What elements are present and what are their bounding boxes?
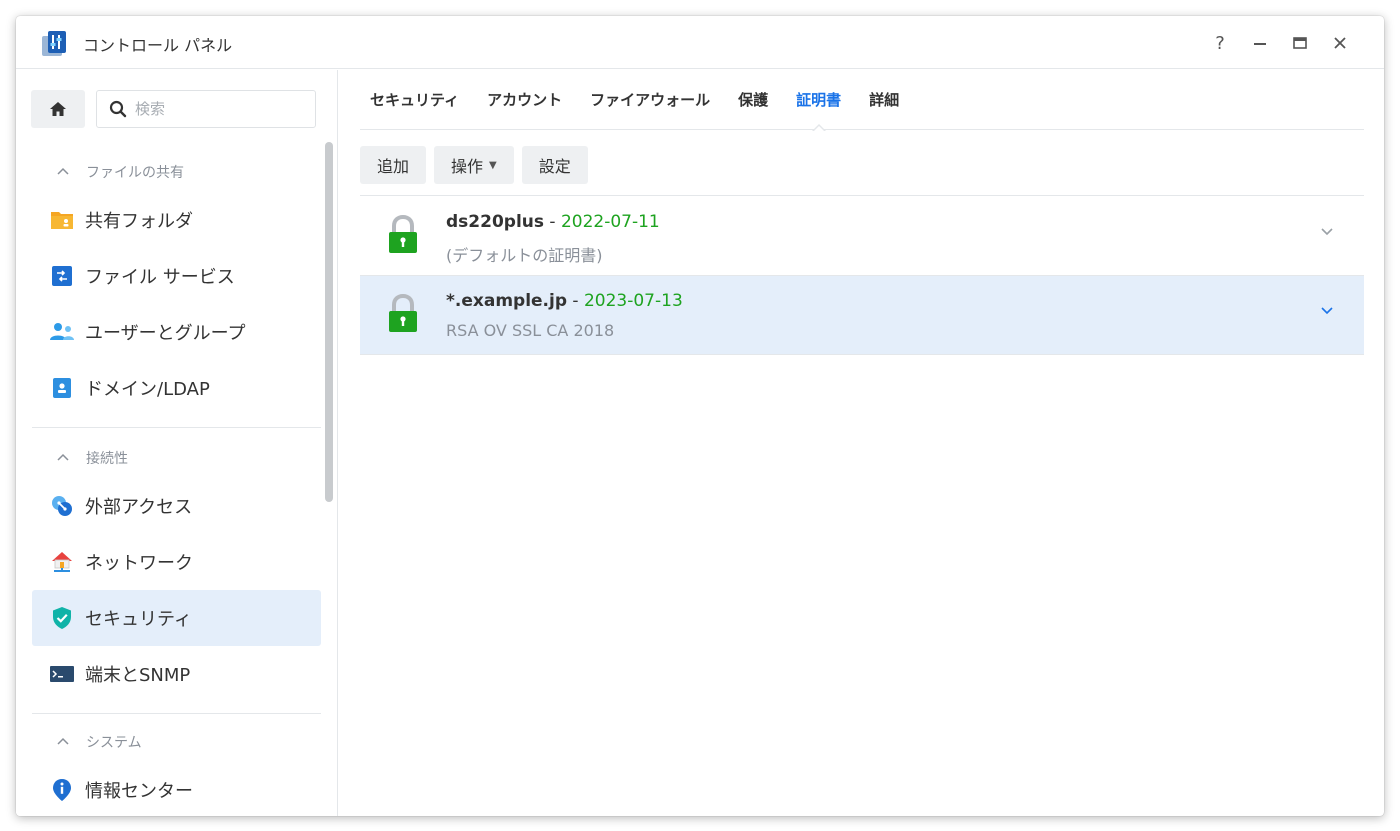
toolbar: 追加 操作 ▼ 設定 bbox=[360, 146, 1364, 196]
sidebar-item-info-center[interactable]: 情報センター bbox=[32, 762, 321, 816]
minimize-icon bbox=[1254, 43, 1266, 45]
minimize-button[interactable] bbox=[1240, 30, 1280, 56]
certificate-title: *.example.jp - 2023-07-13 bbox=[446, 291, 683, 311]
section-label: ファイルの共有 bbox=[86, 165, 184, 181]
section-header-system[interactable]: システム bbox=[56, 732, 142, 752]
section-header-file-sharing[interactable]: ファイルの共有 bbox=[56, 162, 184, 182]
certificate-date: 2022-07-11 bbox=[560, 212, 660, 232]
sidebar-item-label: セキュリティ bbox=[85, 609, 192, 630]
chevron-down-icon[interactable] bbox=[1320, 225, 1334, 241]
settings-button-label: 設定 bbox=[538, 157, 571, 176]
network-icon bbox=[49, 549, 75, 575]
maximize-button[interactable] bbox=[1280, 30, 1320, 56]
section-divider bbox=[32, 713, 321, 714]
window-title: コントロール パネル bbox=[83, 36, 233, 55]
add-button[interactable]: 追加 bbox=[360, 146, 427, 184]
certificate-date: 2023-07-13 bbox=[583, 291, 683, 311]
certificate-row[interactable]: *.example.jp - 2023-07-13 RSA OV SSL CA … bbox=[360, 276, 1364, 355]
sidebar-item-external-access[interactable]: 外部アクセス bbox=[32, 478, 321, 534]
lock-icon bbox=[388, 293, 418, 334]
users-icon bbox=[49, 319, 75, 345]
home-icon bbox=[50, 102, 66, 116]
sidebar-item-file-services[interactable]: ファイル サービス bbox=[32, 248, 321, 304]
chevron-up-icon bbox=[56, 734, 70, 750]
tab-certificate[interactable]: 証明書 bbox=[782, 70, 855, 132]
certificate-list: ds220plus - 2022-07-11 (デフォルトの証明書) *.exa… bbox=[360, 197, 1364, 355]
tab-account[interactable]: アカウント bbox=[473, 70, 576, 130]
help-button[interactable]: ? bbox=[1200, 30, 1240, 56]
terminal-icon bbox=[49, 661, 75, 687]
shield-icon bbox=[49, 605, 75, 631]
sidebar-item-label: ユーザーとグループ bbox=[85, 323, 246, 344]
sidebar-item-label: ドメイン/LDAP bbox=[85, 379, 210, 400]
maximize-icon bbox=[1293, 37, 1307, 49]
sidebar-item-domain-ldap[interactable]: ドメイン/LDAP bbox=[32, 360, 321, 416]
sidebar-item-label: ファイル サービス bbox=[85, 267, 235, 288]
certificate-separator: - bbox=[544, 212, 561, 232]
file-services-icon bbox=[49, 263, 75, 289]
tab-advanced[interactable]: 詳細 bbox=[855, 70, 913, 130]
certificate-separator: - bbox=[567, 291, 584, 311]
control-panel-app-icon bbox=[40, 30, 68, 58]
sidebar-item-network[interactable]: ネットワーク bbox=[32, 534, 321, 590]
sidebar-item-label: 共有フォルダ bbox=[85, 211, 193, 232]
title-bar: コントロール パネル ? bbox=[16, 16, 1384, 69]
certificate-title: ds220plus - 2022-07-11 bbox=[446, 212, 660, 232]
sidebar-item-label: 情報センター bbox=[85, 781, 193, 802]
folder-icon bbox=[49, 207, 75, 233]
tab-security[interactable]: セキュリティ bbox=[360, 70, 473, 130]
sidebar-scrollbar[interactable] bbox=[325, 142, 333, 502]
main-content: セキュリティ アカウント ファイアウォール 保護 証明書 詳細 追加 操作 ▼ … bbox=[339, 70, 1384, 816]
sidebar-item-shared-folder[interactable]: 共有フォルダ bbox=[32, 192, 321, 248]
sidebar: ファイルの共有 共有フォルダ ファイル サービス bbox=[16, 70, 338, 816]
control-panel-window: コントロール パネル ? 検索 ファイルの共有 共有フォルダ ファイル サービス… bbox=[16, 16, 1384, 816]
chevron-down-icon[interactable] bbox=[1320, 304, 1334, 320]
action-dropdown-button[interactable]: 操作 ▼ bbox=[434, 146, 514, 184]
external-access-icon bbox=[49, 493, 75, 519]
sidebar-item-terminal-snmp[interactable]: 端末とSNMP bbox=[32, 646, 321, 702]
certificate-row[interactable]: ds220plus - 2022-07-11 (デフォルトの証明書) bbox=[360, 197, 1364, 276]
sidebar-item-security[interactable]: セキュリティ bbox=[32, 590, 321, 646]
add-button-label: 追加 bbox=[377, 157, 410, 176]
caret-down-icon: ▼ bbox=[489, 159, 497, 171]
lock-icon bbox=[388, 214, 418, 255]
domain-icon bbox=[49, 375, 75, 401]
certificate-subtitle: RSA OV SSL CA 2018 bbox=[446, 321, 615, 340]
certificate-subtitle: (デフォルトの証明書) bbox=[446, 246, 603, 265]
close-icon bbox=[1334, 37, 1346, 49]
search-icon bbox=[109, 100, 127, 118]
info-icon bbox=[49, 777, 75, 803]
certificate-name: *.example.jp bbox=[446, 291, 568, 311]
search-box[interactable] bbox=[96, 90, 316, 128]
section-header-connectivity[interactable]: 接続性 bbox=[56, 448, 128, 468]
desktop: コントロール パネル ? 検索 ファイルの共有 共有フォルダ ファイル サービス… bbox=[0, 0, 1400, 831]
window-controls: ? bbox=[1200, 30, 1360, 56]
sidebar-item-label: 外部アクセス bbox=[85, 497, 193, 518]
chevron-up-icon bbox=[56, 450, 70, 466]
tab-protection[interactable]: 保護 bbox=[724, 70, 782, 130]
section-divider bbox=[32, 427, 321, 428]
search-input[interactable] bbox=[135, 100, 305, 118]
certificate-name: ds220plus bbox=[446, 212, 544, 232]
sidebar-item-users-groups[interactable]: ユーザーとグループ bbox=[32, 304, 321, 360]
section-label: システム bbox=[86, 735, 142, 751]
tab-bar: セキュリティ アカウント ファイアウォール 保護 証明書 詳細 bbox=[360, 70, 1364, 132]
settings-button[interactable]: 設定 bbox=[521, 146, 588, 184]
section-label: 接続性 bbox=[86, 451, 128, 467]
action-button-label: 操作 bbox=[451, 157, 484, 176]
sidebar-item-label: ネットワーク bbox=[85, 553, 193, 574]
tab-firewall[interactable]: ファイアウォール bbox=[576, 70, 724, 130]
close-button[interactable] bbox=[1320, 30, 1360, 56]
help-icon: ? bbox=[1215, 32, 1225, 54]
chevron-up-icon bbox=[56, 164, 70, 180]
home-button[interactable] bbox=[31, 90, 85, 128]
sidebar-item-label: 端末とSNMP bbox=[85, 665, 191, 686]
